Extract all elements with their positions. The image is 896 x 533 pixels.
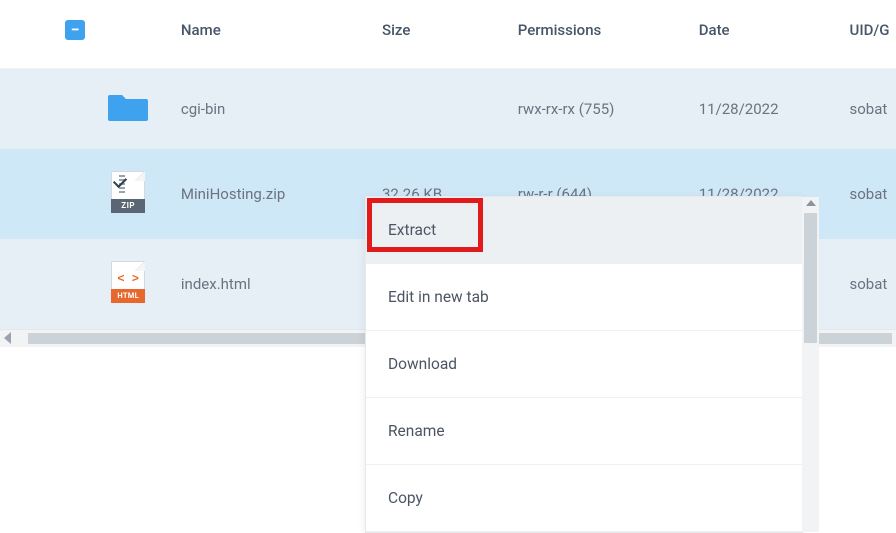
context-menu-scrollbar[interactable] <box>802 197 819 532</box>
context-menu-item-copy[interactable]: Copy <box>366 465 802 532</box>
table-row[interactable]: cgi-bin rwx-rx-rx (755) 11/28/2022 sobat <box>0 69 896 150</box>
select-all-checkbox[interactable] <box>65 20 85 40</box>
context-menu-item-rename[interactable]: Rename <box>366 398 802 465</box>
file-uid: sobat <box>840 239 896 329</box>
header-icon-spacer <box>85 0 170 69</box>
file-uid: sobat <box>840 149 896 239</box>
header-size[interactable]: Size <box>372 0 508 69</box>
context-menu-item-extract[interactable]: Extract <box>366 197 802 264</box>
file-date: 11/28/2022 <box>689 69 840 150</box>
scroll-up-arrow-icon[interactable] <box>806 200 816 206</box>
file-size <box>372 69 508 150</box>
file-permissions: rwx-rx-rx (755) <box>508 69 689 150</box>
scroll-thumb[interactable] <box>804 213 817 343</box>
html-icon: < > HTML <box>111 261 145 303</box>
context-menu-item-edit[interactable]: Edit in new tab <box>366 264 802 331</box>
folder-icon <box>108 91 148 123</box>
table-header-row: Name Size Permissions Date UID/G <box>0 0 896 69</box>
header-date[interactable]: Date <box>689 0 840 69</box>
file-name[interactable]: cgi-bin <box>171 69 372 150</box>
file-type-icon-cell <box>85 69 170 150</box>
file-type-icon-cell: ZIP <box>85 149 170 239</box>
file-type-icon-cell: < > HTML <box>85 239 170 329</box>
header-permissions[interactable]: Permissions <box>508 0 689 69</box>
zip-icon: ZIP <box>111 171 145 213</box>
context-menu: Extract Edit in new tab Download Rename … <box>365 196 803 533</box>
context-menu-item-download[interactable]: Download <box>366 331 802 398</box>
file-name[interactable]: MiniHosting.zip <box>171 149 372 239</box>
file-uid: sobat <box>840 69 896 150</box>
scroll-left-arrow-icon[interactable] <box>4 332 11 344</box>
header-checkbox-cell <box>0 0 85 69</box>
header-name[interactable]: Name <box>171 0 372 69</box>
file-name[interactable]: index.html <box>171 239 372 329</box>
header-uid[interactable]: UID/G <box>840 0 896 69</box>
